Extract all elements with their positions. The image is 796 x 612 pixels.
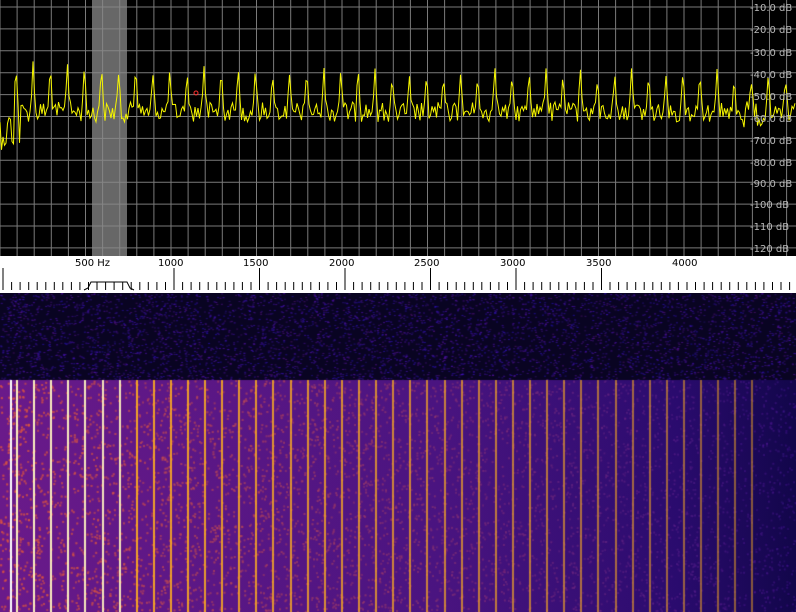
freq-label: 2000 (329, 258, 354, 269)
waterfall-display[interactable] (0, 293, 796, 612)
freq-label: 2500 (414, 258, 439, 269)
db-label: -20.0 dB (750, 25, 792, 36)
db-label: -120 dB (750, 244, 789, 255)
db-label: -60.0 dB (750, 114, 792, 125)
db-label: -30.0 dB (750, 48, 792, 59)
freq-label: 3000 (500, 258, 525, 269)
db-label: -70.0 dB (750, 136, 792, 147)
frequency-ticks (2, 268, 791, 290)
db-label: -80.0 dB (750, 158, 792, 169)
freq-label: 1000 (158, 258, 183, 269)
freq-label: 3500 (586, 258, 611, 269)
frequency-labels: 500 Hz 1000 1500 2000 2500 3000 3500 400… (75, 258, 697, 269)
freq-label: 500 Hz (75, 258, 110, 269)
db-label: -40.0 dB (750, 70, 792, 81)
db-label: -10.0 dB (750, 3, 792, 14)
db-axis: -10.0 dB -20.0 dB -30.0 dB -40.0 dB -50.… (750, 3, 792, 255)
db-label: -50.0 dB (750, 92, 792, 103)
frequency-scale[interactable]: 500 Hz 1000 1500 2000 2500 3000 3500 400… (0, 256, 796, 293)
db-label: -100 dB (750, 200, 789, 211)
spectrum-display[interactable]: -10.0 dB -20.0 dB -30.0 dB -40.0 dB -50.… (0, 0, 796, 256)
freq-label: 4000 (672, 258, 697, 269)
passband-bracket[interactable] (83, 281, 135, 291)
passband-filter[interactable] (92, 0, 127, 256)
db-label: -90.0 dB (750, 179, 792, 190)
db-label: -110 dB (750, 222, 789, 233)
freq-label: 1500 (243, 258, 268, 269)
